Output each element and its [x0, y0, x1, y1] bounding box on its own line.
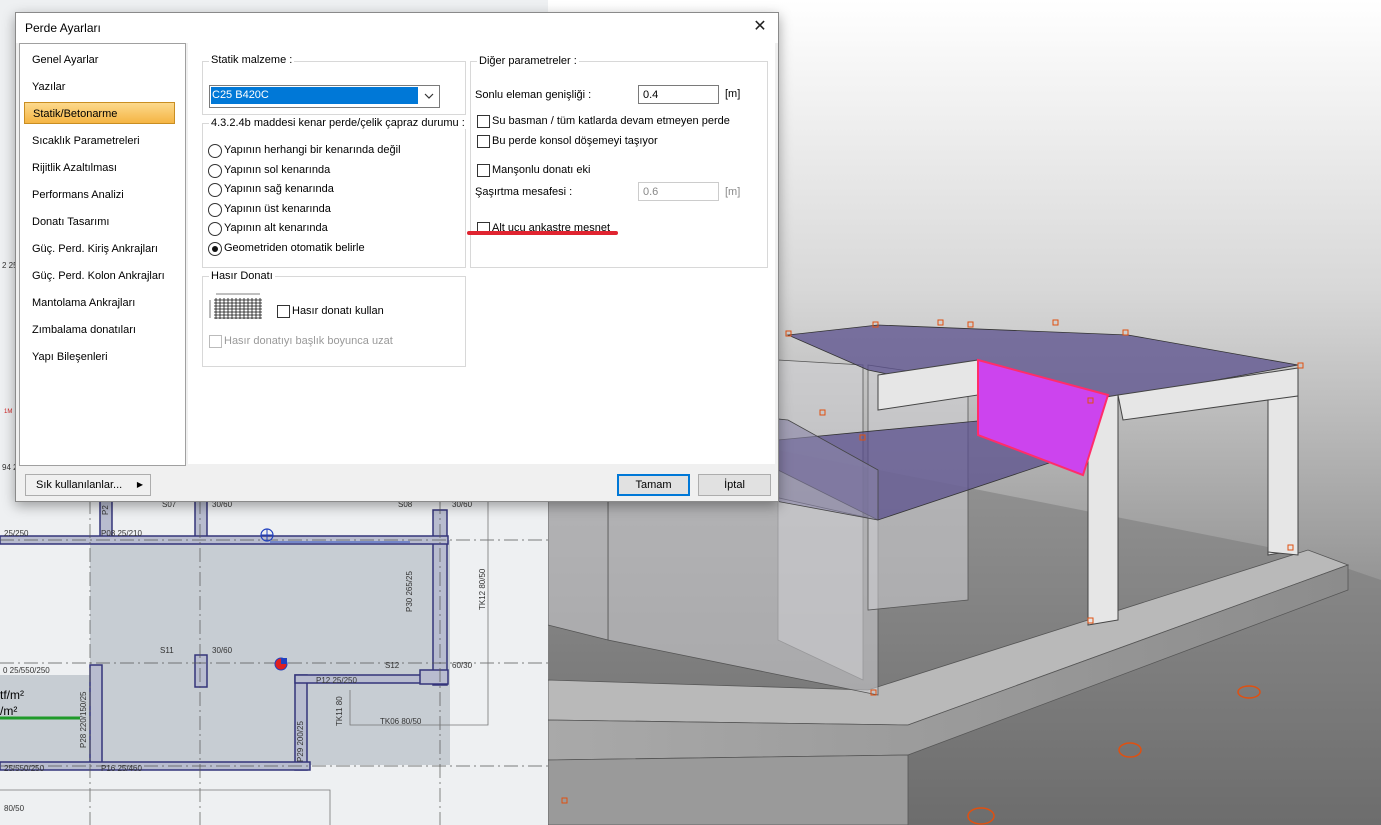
- dialog-title: Perde Ayarları: [25, 21, 101, 35]
- svg-text:1M: 1M: [4, 409, 12, 415]
- checkbox-label: Su basman / tüm katlarda devam etmeyen p…: [492, 115, 730, 127]
- plan-label-wall-a: 0 25/550/250: [3, 666, 50, 675]
- chevron-right-icon: ▶: [136, 480, 143, 489]
- close-icon[interactable]: ✕: [742, 13, 778, 43]
- plan-label-tk11: TK11 80: [335, 696, 344, 726]
- radio-circle-icon: [208, 164, 222, 178]
- mesh-grid-icon: [208, 292, 264, 320]
- favorites-button[interactable]: Sık kullanılanlar... ▶: [25, 474, 151, 496]
- plan-label-s11: S11: [160, 646, 174, 655]
- checkbox-icon: [209, 335, 222, 348]
- radio-circle-icon: [208, 203, 222, 217]
- plan-load-label-1: tf/m²: [0, 688, 24, 702]
- plan-label-p29: P29 200/25: [296, 721, 305, 762]
- nav-item-jacketing-anchors[interactable]: Mantolama Ankrajları: [24, 292, 175, 314]
- mesh-legend: Hasır Donatı: [209, 270, 275, 282]
- plan-label-p2: P2: [101, 505, 110, 515]
- plan-label-3060-c: 30/60: [212, 646, 233, 655]
- checkbox-icon: [477, 164, 490, 177]
- plan-label-wall-b: 25/550/250: [4, 764, 45, 773]
- radio-label: Geometriden otomatik belirle: [224, 242, 365, 254]
- element-width-input[interactable]: 0.4: [638, 85, 719, 104]
- highlight-underline: [467, 231, 618, 235]
- chevron-down-icon[interactable]: [419, 86, 439, 107]
- stagger-label: Şaşırtma mesafesi :: [475, 186, 573, 198]
- plan-label-wall-c: 25/250: [4, 529, 29, 538]
- checkbox-label: Hasır donatıyı başlık boyunca uzat: [224, 335, 393, 347]
- settings-nav: Genel Ayarlar Yazılar Statik/Betonarme S…: [19, 43, 186, 466]
- radio-label: Yapının sağ kenarında: [224, 183, 334, 195]
- edge-legend: 4.3.2.4b maddesi kenar perde/çelik çapra…: [209, 117, 467, 129]
- radio-label: Yapının alt kenarında: [224, 222, 328, 234]
- radio-selected-icon: [208, 242, 222, 256]
- material-select[interactable]: C25 B420C: [209, 85, 440, 108]
- nav-item-beam-anchors[interactable]: Güç. Perd. Kiriş Ankrajları: [24, 238, 175, 260]
- dialog-titlebar[interactable]: Perde Ayarları ✕: [16, 13, 778, 43]
- checkbox-label: Hasır donatı kullan: [292, 305, 384, 317]
- checkbox-icon: [477, 135, 490, 148]
- nav-item-performance[interactable]: Performans Analizi: [24, 184, 175, 206]
- stagger-unit: [m]: [725, 186, 741, 198]
- element-width-label: Sonlu eleman genişliği :: [475, 89, 592, 101]
- favorites-button-label: Sık kullanılanlar...: [36, 479, 123, 491]
- checkbox-label: Bu perde konsol döşemeyi taşıyor: [492, 135, 658, 147]
- nav-item-static-concrete[interactable]: Statik/Betonarme: [24, 102, 175, 124]
- plan-label-tk12: TK12 80/50: [478, 568, 487, 610]
- radio-circle-icon: [208, 144, 222, 158]
- checkbox-icon: [477, 115, 490, 128]
- checkbox-label: Manşonlu donatı eki: [492, 164, 591, 176]
- plan-label-8050: 80/50: [4, 804, 25, 813]
- radio-label: Yapının üst kenarında: [224, 203, 331, 215]
- radio-label: Yapının sol kenarında: [224, 164, 331, 176]
- other-params-legend: Diğer parametreler :: [477, 55, 579, 67]
- material-select-value: C25 B420C: [211, 87, 418, 104]
- stagger-input[interactable]: 0.6: [638, 182, 719, 201]
- nav-item-general[interactable]: Genel Ayarlar: [24, 49, 175, 71]
- cancel-button[interactable]: İptal: [698, 474, 771, 496]
- plan-label-p08: P08 25/210: [101, 529, 142, 538]
- nav-item-building-components[interactable]: Yapı Bileşenleri: [24, 346, 175, 368]
- nav-item-rebar-design[interactable]: Donatı Tasarımı: [24, 211, 175, 233]
- radio-circle-icon: [208, 183, 222, 197]
- plan-label-p16: P16 25/460: [101, 764, 142, 773]
- ok-button[interactable]: Tamam: [617, 474, 690, 496]
- nav-item-punching-rebar[interactable]: Zımbalama donatıları: [24, 319, 175, 341]
- wall-settings-dialog: Perde Ayarları ✕ Genel Ayarlar Yazılar S…: [15, 12, 779, 502]
- checkbox-icon: [277, 305, 290, 318]
- radio-circle-icon: [208, 222, 222, 236]
- radio-label: Yapının herhangi bir kenarında değil: [224, 144, 401, 156]
- mesh-group: Hasır Donatı: [202, 270, 466, 367]
- plan-label-6030: 60/30: [452, 661, 473, 670]
- nav-item-texts[interactable]: Yazılar: [24, 76, 175, 98]
- plan-label-s12: S12: [385, 661, 400, 670]
- nav-item-stiffness-reduction[interactable]: Rijitlik Azaltılması: [24, 157, 175, 179]
- plan-label-tk06: TK06 80/50: [380, 717, 422, 726]
- element-width-unit: [m]: [725, 88, 741, 100]
- plan-label-p28: P28 220/150/25: [79, 691, 88, 749]
- nav-item-temperature[interactable]: Sıcaklık Parametreleri: [24, 130, 175, 152]
- settings-content: Statik malzeme : C25 B420C 4.3.2.4b madd…: [188, 43, 775, 464]
- plan-label-p30: P30 265/25: [405, 571, 414, 612]
- nav-item-column-anchors[interactable]: Güç. Perd. Kolon Ankrajları: [24, 265, 175, 287]
- material-legend: Statik malzeme :: [209, 54, 295, 66]
- plan-load-label-2: /m²: [0, 704, 18, 718]
- plan-label-p12: P12 25/250: [316, 676, 357, 685]
